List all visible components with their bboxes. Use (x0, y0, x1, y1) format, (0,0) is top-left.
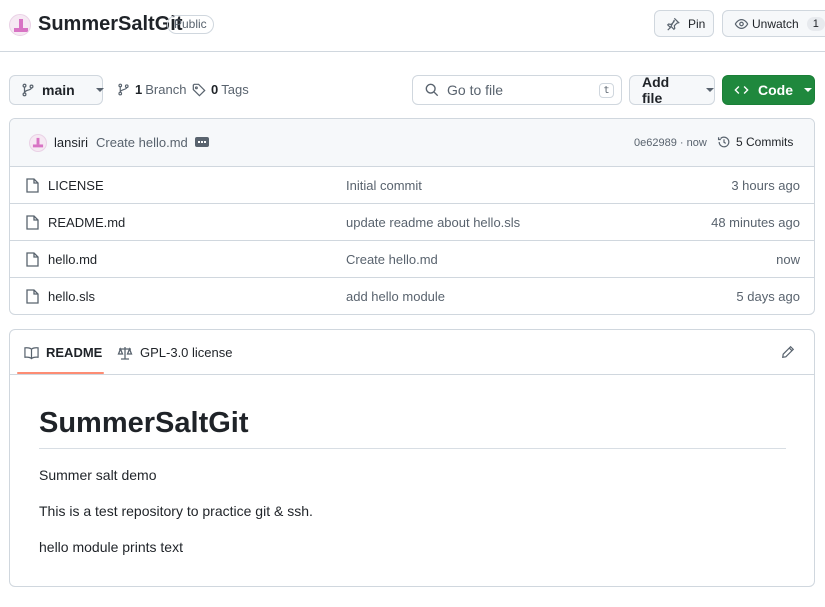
branches-label: Branch (145, 82, 187, 97)
ellipsis-icon[interactable] (195, 137, 209, 147)
chevron-down-icon (804, 88, 812, 92)
file-name[interactable]: hello.md (48, 252, 97, 267)
file-name[interactable]: LICENSE (48, 178, 104, 193)
file-list: lansiri Create hello.md 0e62989 · now 5 … (9, 118, 815, 315)
file-row[interactable]: hello.sls add hello module 5 days ago (10, 278, 814, 314)
book-icon (24, 346, 39, 360)
repo-header: SummerSaltGit Public Pin Unwatch 1 (0, 0, 825, 52)
add-file-button[interactable]: Add file (629, 74, 715, 106)
file-commit-message[interactable]: add hello module (346, 289, 445, 304)
add-file-label: Add file (642, 74, 670, 106)
search-icon (425, 83, 439, 97)
tags-link[interactable]: 0 Tags (192, 82, 249, 97)
eye-icon (734, 17, 749, 31)
heading-divider (39, 448, 786, 449)
tags-count: 0 (211, 82, 219, 97)
pencil-icon[interactable] (781, 345, 795, 359)
watch-label: Unwatch (752, 16, 799, 31)
commit-hash-time[interactable]: 0e62989 · now (634, 137, 707, 149)
readme-panel: README GPL-3.0 license SummerSaltGit Sum… (9, 329, 815, 587)
law-icon (117, 346, 133, 360)
repo-name[interactable]: SummerSaltGit (38, 13, 182, 36)
tags-label: Tags (221, 82, 249, 97)
file-commit-message[interactable]: Initial commit (346, 178, 422, 193)
file-commit-date: 48 minutes ago (711, 215, 800, 230)
branch-icon (21, 83, 35, 97)
search-placeholder: Go to file (447, 82, 504, 98)
chevron-down-icon (706, 88, 714, 92)
history-icon (717, 135, 731, 149)
readme-paragraph: This is a test repository to practice gi… (39, 503, 313, 519)
pin-icon (666, 17, 680, 31)
branches-count: 1 (135, 82, 143, 97)
readme-paragraph: hello module prints text (39, 539, 183, 555)
file-name[interactable]: hello.sls (48, 289, 95, 304)
file-commit-date: 3 hours ago (731, 178, 800, 193)
pin-label: Pin (688, 16, 706, 31)
go-to-file-input[interactable]: Go to file t (412, 75, 622, 105)
branch-selector[interactable]: main (9, 75, 104, 105)
file-commit-message[interactable]: update readme about hello.sls (346, 215, 520, 230)
file-name[interactable]: README.md (48, 215, 125, 230)
branch-icon (117, 83, 130, 96)
chevron-down-icon (95, 88, 104, 92)
file-icon (26, 289, 39, 304)
code-button[interactable]: Code (722, 75, 815, 105)
file-commit-date: now (776, 252, 800, 267)
active-tab-indicator (17, 372, 104, 374)
watch-count: 1 (806, 16, 825, 31)
code-label: Code (758, 82, 793, 98)
tab-license-label: GPL-3.0 license (140, 345, 233, 360)
tag-icon (192, 83, 206, 97)
readme-tabs: README GPL-3.0 license (10, 330, 814, 375)
code-icon (734, 83, 749, 97)
owner-avatar[interactable] (9, 14, 31, 36)
file-commit-date: 5 days ago (736, 289, 800, 304)
watch-button[interactable]: Unwatch 1 (722, 10, 825, 37)
branches-link[interactable]: 1 Branch (117, 82, 186, 97)
latest-commit-bar: lansiri Create hello.md 0e62989 · now 5 … (10, 119, 814, 167)
tab-readme[interactable]: README (24, 345, 102, 360)
file-icon (26, 178, 39, 193)
commit-author-avatar[interactable] (29, 134, 47, 152)
tab-license[interactable]: GPL-3.0 license (117, 345, 233, 360)
file-row[interactable]: hello.md Create hello.md now (10, 241, 814, 278)
readme-heading: SummerSaltGit (39, 407, 249, 439)
file-row[interactable]: LICENSE Initial commit 3 hours ago (10, 167, 814, 204)
keyboard-shortcut-hint: t (599, 83, 614, 98)
file-commit-message[interactable]: Create hello.md (346, 252, 438, 267)
branch-name: main (42, 82, 75, 98)
file-row[interactable]: README.md update readme about hello.sls … (10, 204, 814, 241)
commit-message[interactable]: Create hello.md (96, 135, 188, 150)
file-icon (26, 252, 39, 267)
file-icon (26, 215, 39, 230)
tab-readme-label: README (46, 345, 103, 360)
commits-count-label: 5 Commits (736, 135, 794, 149)
pin-button[interactable]: Pin (654, 10, 714, 37)
readme-paragraph: Summer salt demo (39, 467, 157, 483)
commits-link[interactable]: 5 Commits (717, 135, 793, 149)
commit-author[interactable]: lansiri (54, 135, 88, 150)
visibility-badge: Public (167, 15, 214, 34)
